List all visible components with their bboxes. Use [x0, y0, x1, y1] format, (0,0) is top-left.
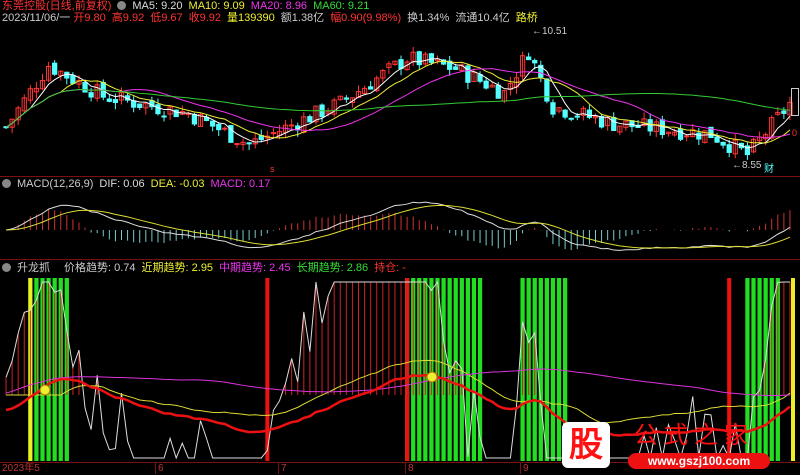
- signal-bar-green: [477, 278, 483, 461]
- candle: [428, 53, 435, 63]
- candle: [611, 116, 617, 132]
- tick: 6: [155, 463, 164, 474]
- ma10-line: [5, 60, 791, 144]
- candle: [191, 113, 198, 125]
- candle: [586, 109, 593, 118]
- candle: [88, 92, 94, 98]
- candle: [161, 115, 167, 118]
- candle: [137, 103, 143, 109]
- divider: [0, 259, 800, 260]
- macd-dif: DIF: 0.06: [99, 178, 145, 190]
- divider: [0, 176, 800, 177]
- candle: [526, 56, 532, 61]
- candle: [574, 115, 580, 118]
- tick: 7: [278, 463, 287, 474]
- candle: [477, 74, 483, 82]
- tick: 2023年5: [2, 463, 40, 474]
- min-label: ←8.55: [732, 160, 762, 171]
- watermark-logo: 股 公式之家 www.gszj100.com: [556, 420, 776, 472]
- candle: [684, 135, 690, 138]
- candle: [131, 100, 137, 108]
- scroll-handle[interactable]: [791, 88, 799, 116]
- indicator-title: 升龙抓: [17, 262, 50, 274]
- signal-bar-green: [538, 278, 543, 461]
- candle: [155, 104, 161, 115]
- logo-text: 公式之家: [634, 421, 754, 449]
- candle: [112, 99, 119, 104]
- smile-icon: [39, 384, 51, 396]
- logo-gu: 股: [562, 422, 610, 468]
- mid-trend-line: [5, 368, 790, 397]
- price-trend: 价格趋势: 0.74: [64, 262, 136, 274]
- candle: [106, 98, 112, 102]
- signal-bar-red: [265, 278, 270, 461]
- candle: [598, 116, 605, 128]
- candle: [568, 117, 574, 120]
- candle: [677, 128, 684, 140]
- candle: [234, 143, 240, 146]
- mid-trend: 中期趋势: 2.45: [219, 262, 291, 274]
- candle: [416, 51, 422, 66]
- macd-value: MACD: 0.17: [210, 178, 271, 190]
- tick: 8: [405, 463, 414, 474]
- candle: [483, 80, 489, 89]
- candle: [781, 110, 787, 114]
- candle: [270, 132, 277, 135]
- settings-icon[interactable]: [2, 263, 11, 272]
- candle: [210, 120, 216, 127]
- candle: [629, 120, 635, 128]
- r-marker: 0: [792, 128, 798, 138]
- macd-header: MACD(12,26,9) DIF: 0.06 DEA: -0.03 MACD: 0.…: [2, 178, 276, 191]
- candle: [52, 62, 58, 75]
- candle: [714, 136, 720, 143]
- candle: [222, 127, 228, 130]
- candle: [726, 144, 732, 153]
- signal-bar-green: [471, 278, 477, 461]
- long-trend: 长期趋势: 2.86: [296, 262, 369, 274]
- candle: [550, 102, 556, 115]
- macd-title: MACD(12,26,9): [17, 178, 94, 190]
- candle: [343, 97, 349, 100]
- candle: [70, 74, 76, 84]
- candle: [495, 84, 501, 99]
- near-trend: 近期趋势: 2.95: [141, 262, 214, 274]
- candle: [216, 123, 222, 131]
- s-marker: s: [270, 164, 275, 174]
- candle: [453, 66, 459, 70]
- position: 持仓: -: [374, 262, 406, 274]
- dif-line: [5, 201, 791, 251]
- settings-icon[interactable]: [2, 179, 11, 188]
- candle: [562, 109, 568, 118]
- dea-line: [6, 204, 791, 249]
- candle: [307, 116, 313, 123]
- candle: [289, 124, 295, 127]
- macd-dea: DEA: -0.03: [150, 178, 205, 190]
- candle: [82, 81, 88, 93]
- candle: [246, 142, 252, 145]
- finance-marker[interactable]: 财: [764, 164, 774, 176]
- signal-bar-yellow: [791, 278, 795, 461]
- candle: [544, 78, 550, 102]
- candle: [368, 86, 374, 90]
- indicator-header: 升龙抓 价格趋势: 0.74 近期趋势: 2.95 中期趋势: 2.45 长期趋势: 2…: [2, 262, 412, 275]
- tick: 9: [520, 463, 529, 474]
- max-label: ←10.51: [532, 26, 568, 37]
- smile-icon: [426, 371, 438, 383]
- logo-url: www.gszj100.com: [628, 453, 770, 469]
- candle: [532, 60, 538, 64]
- candle: [696, 132, 702, 140]
- kline-chart[interactable]: [0, 0, 800, 462]
- candle: [720, 141, 726, 146]
